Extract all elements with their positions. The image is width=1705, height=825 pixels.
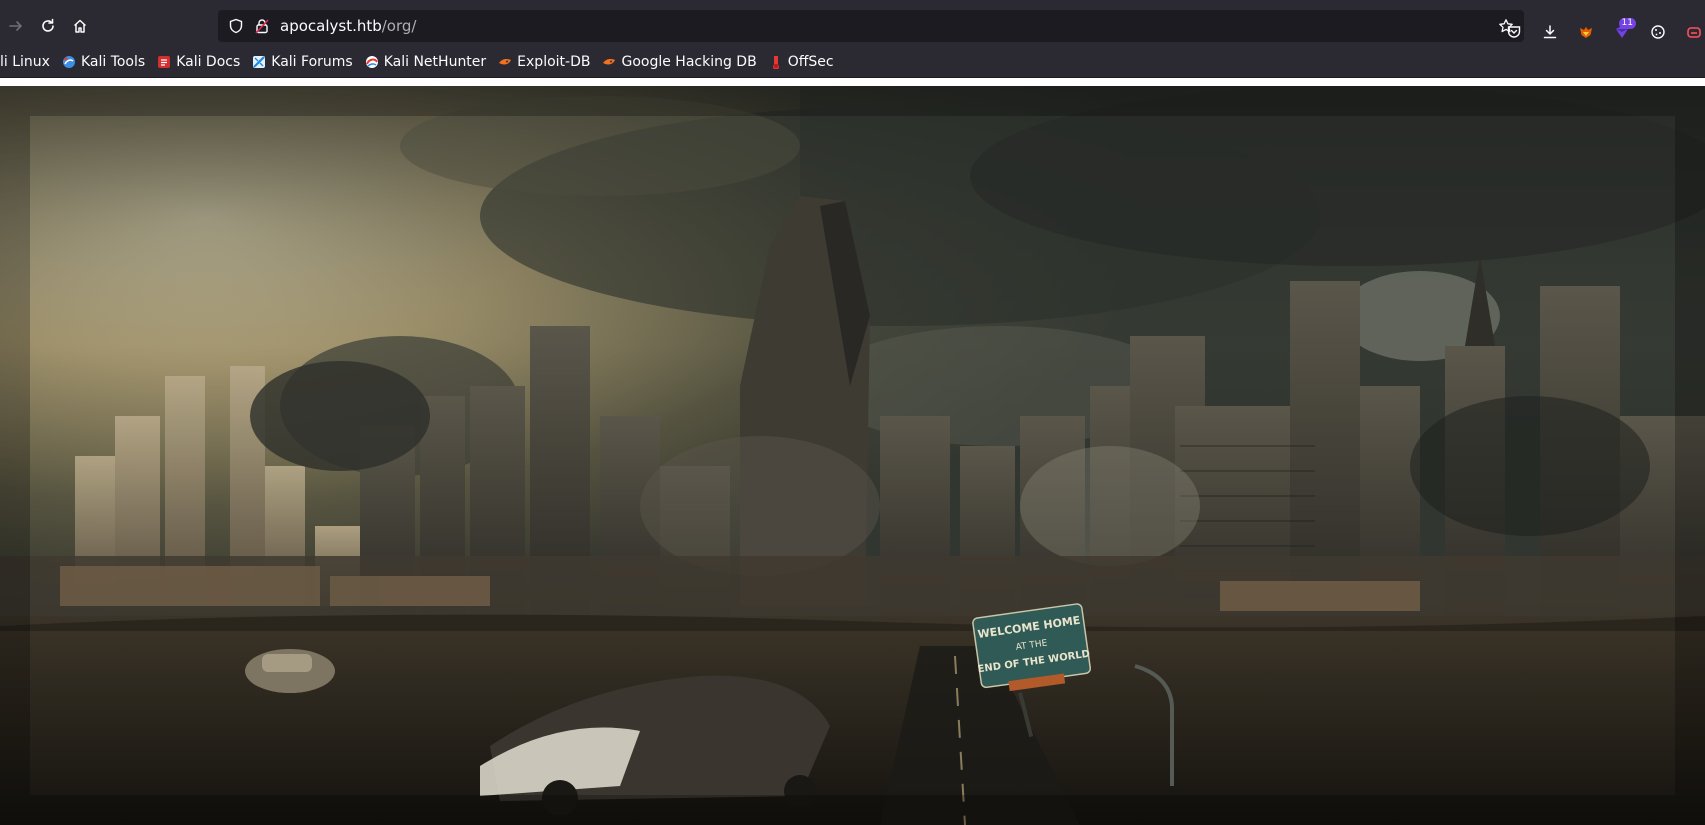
- url-text[interactable]: apocalyst.htb/org/: [280, 17, 416, 35]
- bookmark-label: Kali Tools: [80, 53, 146, 70]
- extension-button[interactable]: 11: [1604, 16, 1640, 48]
- bookmark-label: Kali Forums: [271, 53, 353, 70]
- insecure-lock-icon[interactable]: [254, 18, 270, 34]
- foxyproxy-button[interactable]: [1568, 16, 1604, 48]
- bookmark-kali-forums[interactable]: Kali Forums: [246, 50, 358, 74]
- extension-badge: 11: [1618, 18, 1636, 29]
- url-bar[interactable]: apocalyst.htb/org/: [218, 10, 1524, 42]
- reload-icon: [42, 18, 54, 32]
- cookie-icon: [1651, 25, 1665, 39]
- url-path: /org/: [381, 17, 417, 35]
- container-icon: [1687, 27, 1701, 38]
- cookie-button[interactable]: [1640, 16, 1676, 48]
- pocket-icon: [1507, 26, 1521, 38]
- bookmark-google-hacking-db[interactable]: Google Hacking DB: [596, 50, 762, 74]
- bookmarks-toolbar: li Linux Kali Tools Kali Docs Kali Forum…: [0, 46, 1705, 78]
- bookmark-label: Google Hacking DB: [621, 53, 757, 70]
- bookmark-kali-tools[interactable]: Kali Tools: [56, 50, 151, 74]
- bookmark-offsec[interactable]: OffSec: [763, 50, 840, 74]
- bookmark-label: Kali NetHunter: [383, 53, 487, 70]
- page-content: WELCOME HOME AT THE END OF THE WORLD: [0, 78, 1705, 825]
- bookmark-label: Kali Docs: [176, 53, 241, 70]
- forward-button[interactable]: [0, 10, 32, 42]
- bookmark-exploit-db[interactable]: Exploit-DB: [492, 50, 596, 74]
- kali-forums-icon: [253, 55, 266, 68]
- navigation-toolbar: apocalyst.htb/org/ 11: [0, 6, 1705, 46]
- bookmark-kali-docs[interactable]: Kali Docs: [151, 50, 246, 74]
- bookmark-label: Exploit-DB: [517, 53, 591, 70]
- apocalypse-cityscape-image: WELCOME HOME AT THE END OF THE WORLD: [0, 86, 1705, 825]
- bookmark-kali-linux[interactable]: li Linux: [0, 50, 56, 74]
- home-icon: [73, 19, 87, 33]
- offsec-icon: [772, 55, 779, 69]
- bookmark-label: OffSec: [787, 53, 834, 70]
- shield-icon[interactable]: [228, 18, 244, 34]
- foxyproxy-icon: [1580, 27, 1592, 38]
- nethunter-icon: [365, 55, 378, 68]
- bookmark-label: li Linux: [0, 53, 50, 70]
- kali-tools-icon: [62, 55, 75, 68]
- container-button[interactable]: [1676, 16, 1705, 48]
- exploit-db-icon: [499, 58, 512, 64]
- kali-docs-icon: [158, 55, 171, 68]
- wrecked-car-left: [245, 649, 335, 693]
- reload-button[interactable]: [32, 10, 64, 42]
- home-button[interactable]: [64, 10, 96, 42]
- bookmark-kali-nethunter[interactable]: Kali NetHunter: [359, 50, 492, 74]
- forward-arrow-icon: [9, 21, 22, 31]
- pocket-button[interactable]: [1496, 16, 1532, 48]
- download-icon: [1543, 25, 1557, 39]
- ghdb-icon: [603, 58, 616, 64]
- hero-image: WELCOME HOME AT THE END OF THE WORLD: [0, 86, 1705, 825]
- url-host: apocalyst.htb: [280, 17, 382, 35]
- downloads-button[interactable]: [1532, 16, 1568, 48]
